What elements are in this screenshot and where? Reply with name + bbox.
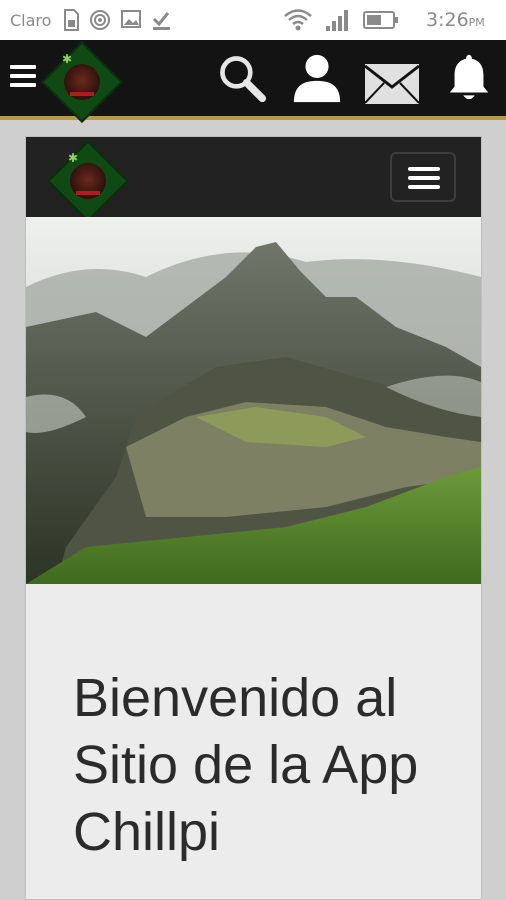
clock: 3:26PM [426,9,485,31]
bell-icon[interactable] [446,52,492,104]
clock-time: 3:26 [426,9,469,31]
clock-suffix: PM [468,16,485,29]
navbar-toggle-button[interactable] [390,152,456,202]
image-icon [121,10,141,28]
website-frame: ✱ Bienvenido al Sitio de la App Chillpi [25,136,482,900]
site-logo[interactable]: ✱ [46,139,130,223]
sd-card-icon [64,9,79,31]
app-logo[interactable]: ✱ [40,40,124,124]
mail-icon[interactable] [364,58,420,110]
carrier-name: Claro [10,11,52,30]
welcome-heading: Bienvenido al Sitio de la App Chillpi [73,668,419,862]
signal-icon [326,10,348,31]
status-bar: Claro 3:26PM [0,0,506,40]
download-done-icon [152,12,170,30]
site-navbar: ✱ [26,137,481,223]
wifi-icon [284,9,312,31]
user-icon[interactable] [290,52,344,104]
menu-icon[interactable] [10,60,36,94]
hero-image [26,217,481,584]
hotspot-icon [90,10,110,30]
app-toolbar: ✱ [0,40,506,124]
battery-icon [363,11,398,29]
search-icon[interactable] [212,52,270,104]
